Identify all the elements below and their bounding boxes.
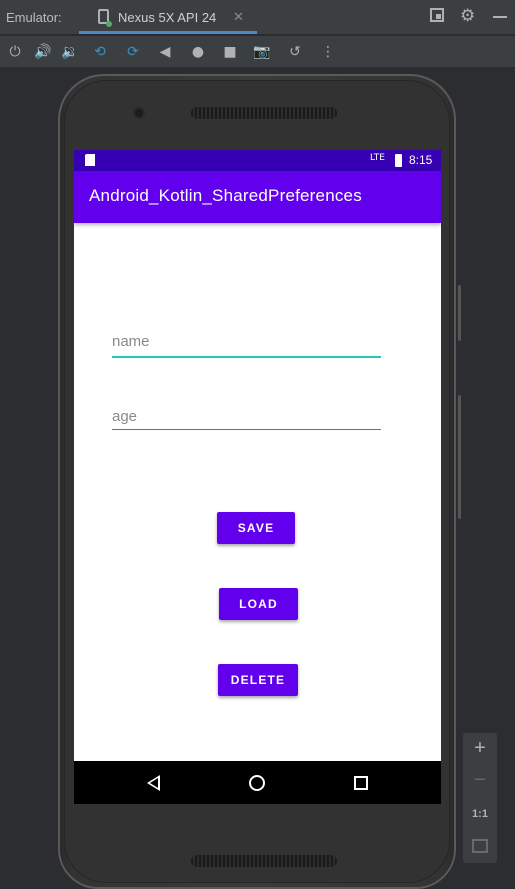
sd-card-icon bbox=[85, 154, 95, 166]
side-button-power[interactable] bbox=[458, 285, 461, 341]
device-screen[interactable]: LTE 8:15 Android_Kotlin_SharedPreference… bbox=[74, 150, 441, 804]
nav-back-icon[interactable] bbox=[147, 775, 160, 791]
zoom-out-button[interactable]: − bbox=[463, 769, 497, 792]
emulator-label: Emulator: bbox=[6, 10, 62, 25]
overview-icon[interactable]: ■ bbox=[220, 42, 240, 62]
tab-nexus-5x[interactable]: Nexus 5X API 24 ✕ bbox=[79, 0, 257, 35]
front-camera bbox=[133, 107, 145, 119]
nav-home-icon[interactable] bbox=[249, 775, 265, 791]
emulator-toolbar: ⏻ 🔊 🔉 ⟲ ⟳ ◀ ● ■ 📷 ↺ ⋮ bbox=[0, 36, 515, 68]
screenshot-icon[interactable]: 📷 bbox=[252, 42, 272, 62]
power-icon[interactable]: ⏻ bbox=[5, 42, 25, 62]
navigation-bar bbox=[74, 761, 441, 804]
volume-down-icon[interactable]: 🔉 bbox=[60, 42, 80, 62]
more-icon[interactable]: ⋮ bbox=[318, 42, 338, 62]
emulator-tab-bar: Emulator: Nexus 5X API 24 ✕ ⚙ bbox=[0, 0, 515, 35]
bottom-speaker bbox=[191, 855, 337, 867]
age-input-underline bbox=[112, 429, 381, 430]
side-button-volume[interactable] bbox=[458, 395, 461, 519]
load-button[interactable]: LOAD bbox=[219, 588, 298, 620]
nav-recents-icon[interactable] bbox=[354, 776, 368, 790]
device-icon bbox=[98, 9, 112, 27]
network-indicator: LTE bbox=[370, 153, 385, 163]
name-input[interactable]: name bbox=[112, 330, 381, 360]
home-icon[interactable]: ● bbox=[188, 42, 208, 62]
back-icon[interactable]: ◀ bbox=[155, 42, 175, 62]
app-title: Android_Kotlin_SharedPreferences bbox=[89, 186, 362, 205]
app-bar: Android_Kotlin_SharedPreferences bbox=[74, 171, 441, 223]
tab-title: Nexus 5X API 24 bbox=[118, 10, 217, 25]
age-input[interactable]: age bbox=[112, 405, 381, 435]
age-placeholder: age bbox=[112, 408, 138, 425]
save-button[interactable]: SAVE bbox=[217, 512, 295, 544]
actual-size-button[interactable]: 1:1 bbox=[463, 808, 497, 820]
name-placeholder: name bbox=[112, 333, 150, 350]
top-speaker bbox=[191, 107, 337, 119]
rotate-left-icon[interactable]: ⟲ bbox=[90, 42, 110, 62]
snapshot-icon[interactable]: ↺ bbox=[285, 42, 305, 62]
zoom-panel: + − 1:1 bbox=[463, 733, 497, 863]
restore-layout-icon[interactable] bbox=[430, 8, 444, 22]
fit-screen-icon[interactable] bbox=[472, 839, 488, 853]
delete-button[interactable]: DELETE bbox=[218, 664, 298, 696]
rotate-right-icon[interactable]: ⟳ bbox=[123, 42, 143, 62]
gear-icon[interactable]: ⚙ bbox=[460, 6, 475, 26]
tab-active-indicator bbox=[79, 31, 257, 34]
battery-icon bbox=[395, 154, 402, 167]
minimize-icon[interactable] bbox=[493, 16, 507, 18]
name-input-underline bbox=[112, 356, 381, 358]
close-tab-icon[interactable]: ✕ bbox=[233, 9, 244, 25]
status-time: 8:15 bbox=[409, 153, 433, 167]
zoom-in-button[interactable]: + bbox=[463, 737, 497, 760]
volume-up-icon[interactable]: 🔊 bbox=[33, 42, 53, 62]
status-bar: LTE 8:15 bbox=[74, 150, 441, 171]
